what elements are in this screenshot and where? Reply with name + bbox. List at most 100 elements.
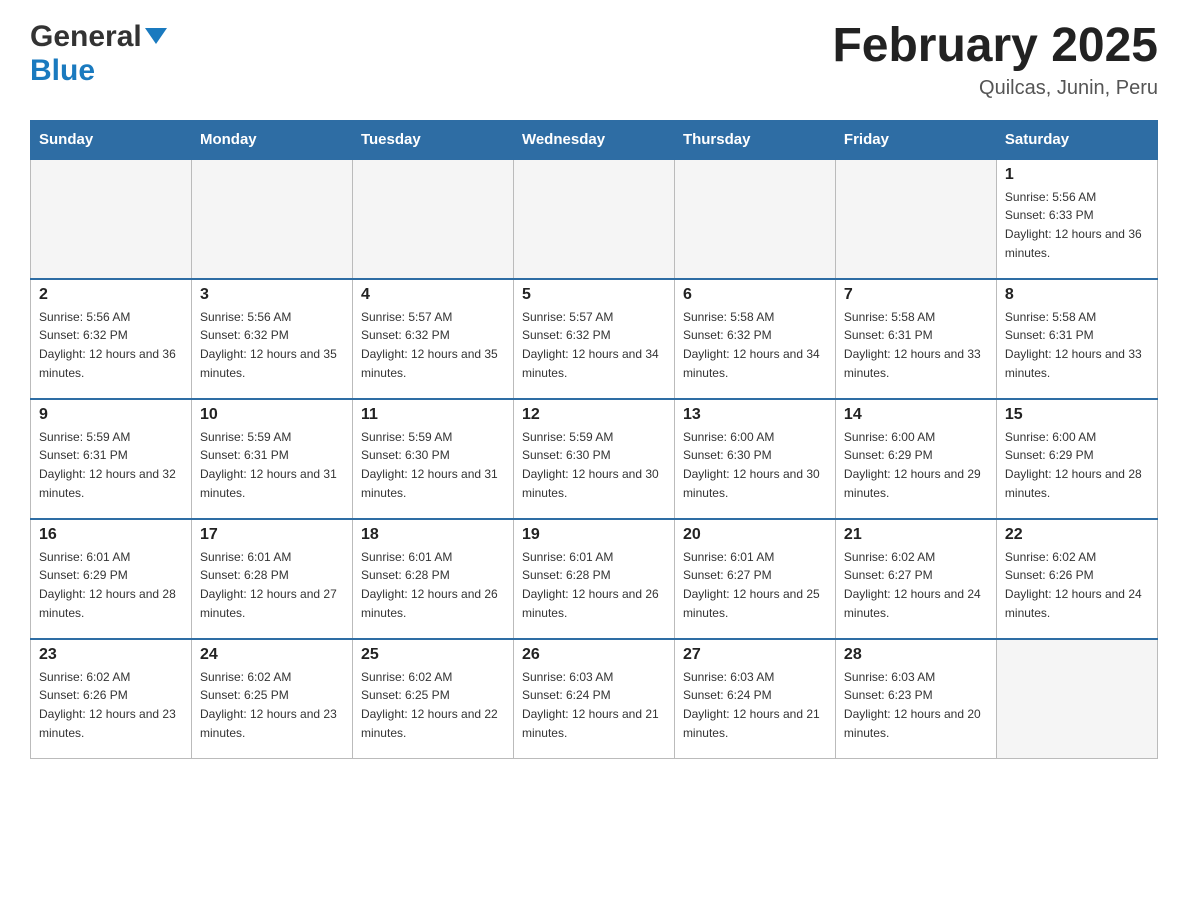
day-number: 17 (200, 526, 344, 544)
day-info: Sunrise: 5:58 AM Sunset: 6:31 PM Dayligh… (1005, 308, 1149, 382)
day-number: 11 (361, 406, 505, 424)
calendar-cell (835, 159, 996, 279)
day-number: 10 (200, 406, 344, 424)
calendar-cell: 15 Sunrise: 6:00 AM Sunset: 6:29 PM Dayli… (996, 399, 1157, 519)
calendar-cell: 16 Sunrise: 6:01 AM Sunset: 6:29 PM Dayli… (31, 519, 192, 639)
calendar-week-row: 23Sunrise: 6:02 AM Sunset: 6:26 PM Dayli… (31, 639, 1158, 759)
day-of-week-wednesday: Wednesday (513, 120, 674, 159)
calendar-cell: 22 Sunrise: 6:02 AM Sunset: 6:26 PM Dayli… (996, 519, 1157, 639)
day-number: 6 (683, 286, 827, 304)
day-number: 12 (522, 406, 666, 424)
calendar-cell: 3 Sunrise: 5:56 AM Sunset: 6:32 PM Daylig… (191, 279, 352, 399)
day-info: Sunrise: 6:03 AM Sunset: 6:24 PM Dayligh… (522, 668, 666, 742)
day-number: 25 (361, 646, 505, 664)
calendar-cell (352, 159, 513, 279)
calendar-header-row: SundayMondayTuesdayWednesdayThursdayFrid… (31, 120, 1158, 159)
calendar-cell: 4Sunrise: 5:57 AM Sunset: 6:32 PM Daylig… (352, 279, 513, 399)
logo: General Blue (30, 20, 167, 88)
calendar-cell: 28 Sunrise: 6:03 AM Sunset: 6:23 PM Dayli… (835, 639, 996, 759)
day-info: Sunrise: 6:02 AM Sunset: 6:26 PM Dayligh… (1005, 548, 1149, 622)
calendar-cell: 12 Sunrise: 5:59 AM Sunset: 6:30 PM Dayli… (513, 399, 674, 519)
calendar-cell: 6 Sunrise: 5:58 AM Sunset: 6:32 PM Daylig… (674, 279, 835, 399)
day-of-week-monday: Monday (191, 120, 352, 159)
day-of-week-friday: Friday (835, 120, 996, 159)
calendar-cell: 21Sunrise: 6:02 AM Sunset: 6:27 PM Dayli… (835, 519, 996, 639)
day-info: Sunrise: 5:59 AM Sunset: 6:31 PM Dayligh… (200, 428, 344, 502)
day-info: Sunrise: 6:03 AM Sunset: 6:23 PM Dayligh… (844, 668, 988, 742)
calendar-cell: 24 Sunrise: 6:02 AM Sunset: 6:25 PM Dayli… (191, 639, 352, 759)
day-number: 3 (200, 286, 344, 304)
day-number: 21 (844, 526, 988, 544)
day-info: Sunrise: 6:02 AM Sunset: 6:25 PM Dayligh… (200, 668, 344, 742)
calendar-cell: 5 Sunrise: 5:57 AM Sunset: 6:32 PM Daylig… (513, 279, 674, 399)
day-number: 20 (683, 526, 827, 544)
calendar-week-row: 9Sunrise: 5:59 AM Sunset: 6:31 PM Daylig… (31, 399, 1158, 519)
day-number: 13 (683, 406, 827, 424)
day-number: 5 (522, 286, 666, 304)
calendar-cell: 7 Sunrise: 5:58 AM Sunset: 6:31 PM Daylig… (835, 279, 996, 399)
day-number: 1 (1005, 166, 1149, 184)
calendar-cell: 2Sunrise: 5:56 AM Sunset: 6:32 PM Daylig… (31, 279, 192, 399)
calendar-cell: 26Sunrise: 6:03 AM Sunset: 6:24 PM Dayli… (513, 639, 674, 759)
calendar-cell: 13Sunrise: 6:00 AM Sunset: 6:30 PM Dayli… (674, 399, 835, 519)
calendar-cell: 14 Sunrise: 6:00 AM Sunset: 6:29 PM Dayli… (835, 399, 996, 519)
page-header: General Blue February 2025 Quilcas, Juni… (30, 20, 1158, 100)
day-of-week-thursday: Thursday (674, 120, 835, 159)
day-of-week-sunday: Sunday (31, 120, 192, 159)
day-info: Sunrise: 6:00 AM Sunset: 6:29 PM Dayligh… (1005, 428, 1149, 502)
day-of-week-tuesday: Tuesday (352, 120, 513, 159)
day-info: Sunrise: 6:01 AM Sunset: 6:28 PM Dayligh… (522, 548, 666, 622)
day-info: Sunrise: 5:56 AM Sunset: 6:32 PM Dayligh… (200, 308, 344, 382)
calendar-cell: 8Sunrise: 5:58 AM Sunset: 6:31 PM Daylig… (996, 279, 1157, 399)
calendar-cell: 18 Sunrise: 6:01 AM Sunset: 6:28 PM Dayli… (352, 519, 513, 639)
day-info: Sunrise: 6:01 AM Sunset: 6:27 PM Dayligh… (683, 548, 827, 622)
day-number: 19 (522, 526, 666, 544)
day-number: 16 (39, 526, 183, 544)
logo-text-blue: Blue (30, 54, 95, 88)
day-info: Sunrise: 6:00 AM Sunset: 6:29 PM Dayligh… (844, 428, 988, 502)
calendar-cell: 19 Sunrise: 6:01 AM Sunset: 6:28 PM Dayli… (513, 519, 674, 639)
calendar-week-row: 2Sunrise: 5:56 AM Sunset: 6:32 PM Daylig… (31, 279, 1158, 399)
day-of-week-saturday: Saturday (996, 120, 1157, 159)
day-info: Sunrise: 6:01 AM Sunset: 6:29 PM Dayligh… (39, 548, 183, 622)
calendar-cell: 10 Sunrise: 5:59 AM Sunset: 6:31 PM Dayli… (191, 399, 352, 519)
calendar-cell (996, 639, 1157, 759)
calendar-cell: 11 Sunrise: 5:59 AM Sunset: 6:30 PM Dayli… (352, 399, 513, 519)
day-number: 24 (200, 646, 344, 664)
calendar-week-row: 16 Sunrise: 6:01 AM Sunset: 6:29 PM Dayli… (31, 519, 1158, 639)
calendar-week-row: 1 Sunrise: 5:56 AM Sunset: 6:33 PM Daylig… (31, 159, 1158, 279)
calendar-table: SundayMondayTuesdayWednesdayThursdayFrid… (30, 120, 1158, 760)
calendar-cell: 23Sunrise: 6:02 AM Sunset: 6:26 PM Dayli… (31, 639, 192, 759)
day-info: Sunrise: 5:59 AM Sunset: 6:30 PM Dayligh… (361, 428, 505, 502)
day-info: Sunrise: 5:58 AM Sunset: 6:31 PM Dayligh… (844, 308, 988, 382)
day-info: Sunrise: 5:57 AM Sunset: 6:32 PM Dayligh… (522, 308, 666, 382)
day-info: Sunrise: 5:56 AM Sunset: 6:32 PM Dayligh… (39, 308, 183, 382)
day-info: Sunrise: 5:59 AM Sunset: 6:30 PM Dayligh… (522, 428, 666, 502)
day-number: 14 (844, 406, 988, 424)
day-info: Sunrise: 6:02 AM Sunset: 6:25 PM Dayligh… (361, 668, 505, 742)
calendar-cell (191, 159, 352, 279)
day-number: 28 (844, 646, 988, 664)
calendar-cell: 20 Sunrise: 6:01 AM Sunset: 6:27 PM Dayli… (674, 519, 835, 639)
day-info: Sunrise: 6:03 AM Sunset: 6:24 PM Dayligh… (683, 668, 827, 742)
calendar-cell (674, 159, 835, 279)
calendar-cell: 25 Sunrise: 6:02 AM Sunset: 6:25 PM Dayli… (352, 639, 513, 759)
calendar-cell (513, 159, 674, 279)
day-info: Sunrise: 5:57 AM Sunset: 6:32 PM Dayligh… (361, 308, 505, 382)
day-info: Sunrise: 5:56 AM Sunset: 6:33 PM Dayligh… (1005, 188, 1149, 262)
title-block: February 2025 Quilcas, Junin, Peru (832, 20, 1158, 100)
month-title: February 2025 (832, 20, 1158, 73)
calendar-cell (31, 159, 192, 279)
calendar-cell: 27 Sunrise: 6:03 AM Sunset: 6:24 PM Dayli… (674, 639, 835, 759)
day-info: Sunrise: 5:58 AM Sunset: 6:32 PM Dayligh… (683, 308, 827, 382)
calendar-cell: 9Sunrise: 5:59 AM Sunset: 6:31 PM Daylig… (31, 399, 192, 519)
day-number: 15 (1005, 406, 1149, 424)
day-number: 22 (1005, 526, 1149, 544)
day-info: Sunrise: 6:01 AM Sunset: 6:28 PM Dayligh… (361, 548, 505, 622)
day-number: 7 (844, 286, 988, 304)
day-info: Sunrise: 6:02 AM Sunset: 6:26 PM Dayligh… (39, 668, 183, 742)
day-number: 27 (683, 646, 827, 664)
logo-arrow-icon (145, 28, 167, 44)
logo-text-general: General (30, 20, 142, 54)
day-number: 18 (361, 526, 505, 544)
